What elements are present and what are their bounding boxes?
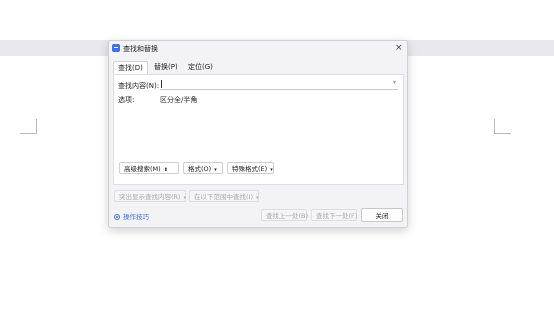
advanced-search-button[interactable]: 高级搜索(M) ⬍ [119,162,179,174]
find-in-button[interactable]: 在以下范围中查找(I) ▾ [189,190,259,202]
advanced-search-label: 高级搜索(M) [124,165,161,173]
page-corner-marker-left [20,119,37,134]
chevron-down-icon: ▾ [270,167,273,173]
format-button[interactable]: 格式(O) ▾ [183,162,223,174]
find-previous-button[interactable]: 查找上一处(B) [261,209,308,221]
help-icon [114,214,120,220]
special-format-button[interactable]: 特殊格式(E) ▾ [227,162,274,174]
chevron-down-icon[interactable]: ▾ [393,79,396,86]
chevron-down-icon: ▾ [256,195,259,201]
dialog-title: 查找和替换 [123,45,158,53]
dialog-titlebar[interactable]: 查找和替换 × [109,41,407,57]
updown-icon: ⬍ [163,167,168,173]
format-label: 格式(O) [188,165,212,173]
help-link-label: 操作技巧 [123,213,149,221]
find-replace-dialog: 查找和替换 × 查找(D) 替换(P) 定位(G) 查找内容(N): ▾ 选项:… [108,40,408,228]
tab-replace[interactable]: 替换(P) [150,61,182,73]
page-corner-marker-right [494,119,511,134]
close-button[interactable]: 关闭 [361,208,403,222]
chevron-down-icon: ▾ [183,195,187,201]
highlight-label: 突出显示查找内容(R) [119,193,181,201]
tab-find[interactable]: 查找(D) [113,61,148,74]
highlight-button[interactable]: 突出显示查找内容(R) ▾ [114,190,186,202]
app-icon [112,44,120,52]
find-in-label: 在以下范围中查找(I) [194,193,253,201]
help-link[interactable]: 操作技巧 [114,211,149,221]
options-value: 区分全/半角 [160,96,198,104]
find-label: 查找内容(N): [118,82,160,90]
options-label: 选项: [118,96,135,104]
find-input[interactable]: ▾ [160,79,398,90]
tab-goto[interactable]: 定位(G) [184,61,217,73]
special-format-label: 特殊格式(E) [232,165,268,173]
chevron-down-icon: ▾ [214,167,217,173]
close-icon[interactable]: × [395,43,403,53]
text-caret [161,80,162,88]
find-next-button[interactable]: 查找下一处(F) [311,209,357,221]
